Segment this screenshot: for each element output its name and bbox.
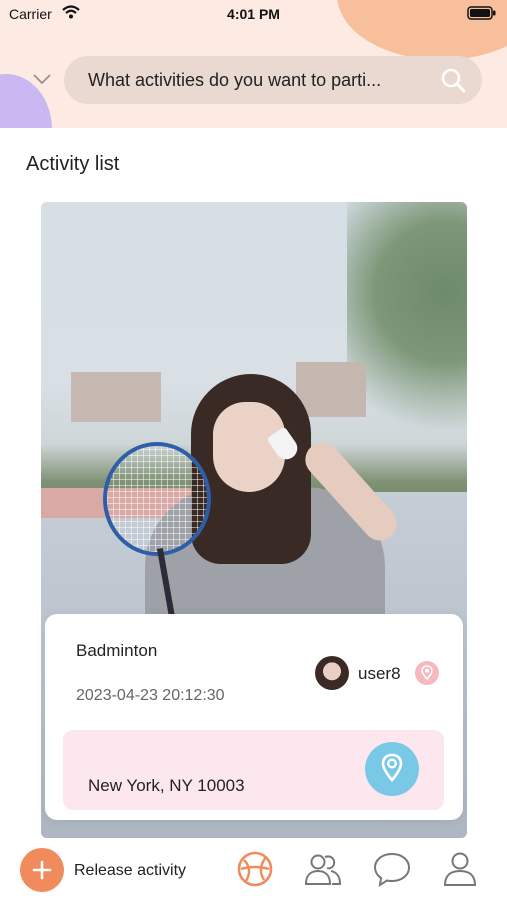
profile-icon[interactable] [441, 850, 479, 893]
search-icon[interactable] [440, 67, 466, 98]
battery-icon [467, 6, 497, 23]
release-activity-button[interactable] [20, 848, 64, 892]
location-button[interactable] [365, 742, 419, 796]
avatar[interactable] [315, 656, 349, 690]
chevron-down-icon[interactable] [32, 72, 52, 90]
status-bar: Carrier 4:01 PM [0, 0, 507, 28]
bottom-tab-bar: Release activity [0, 838, 507, 900]
search-input[interactable]: What activities do you want to parti... [64, 56, 482, 104]
activities-icon[interactable] [236, 850, 274, 893]
release-activity-label[interactable]: Release activity [74, 862, 186, 880]
location-pin-icon [415, 661, 439, 685]
activity-address: New York, NY 10003 [88, 776, 245, 795]
activity-name: Badminton [76, 641, 158, 660]
friends-icon[interactable] [304, 850, 342, 893]
activity-card[interactable]: Badminton 2023-04-23 20:12:30 user8 New … [45, 614, 463, 820]
chat-icon[interactable] [372, 850, 412, 893]
search-placeholder: What activities do you want to parti... [88, 70, 382, 90]
clock: 4:01 PM [227, 6, 280, 22]
section-title: Activity list [26, 153, 120, 175]
username[interactable]: user8 [358, 664, 401, 684]
plus-icon [32, 860, 52, 880]
map-pin-icon [381, 753, 403, 782]
activity-datetime: 2023-04-23 20:12:30 [76, 687, 225, 704]
address-box[interactable]: New York, NY 10003 [63, 730, 444, 810]
